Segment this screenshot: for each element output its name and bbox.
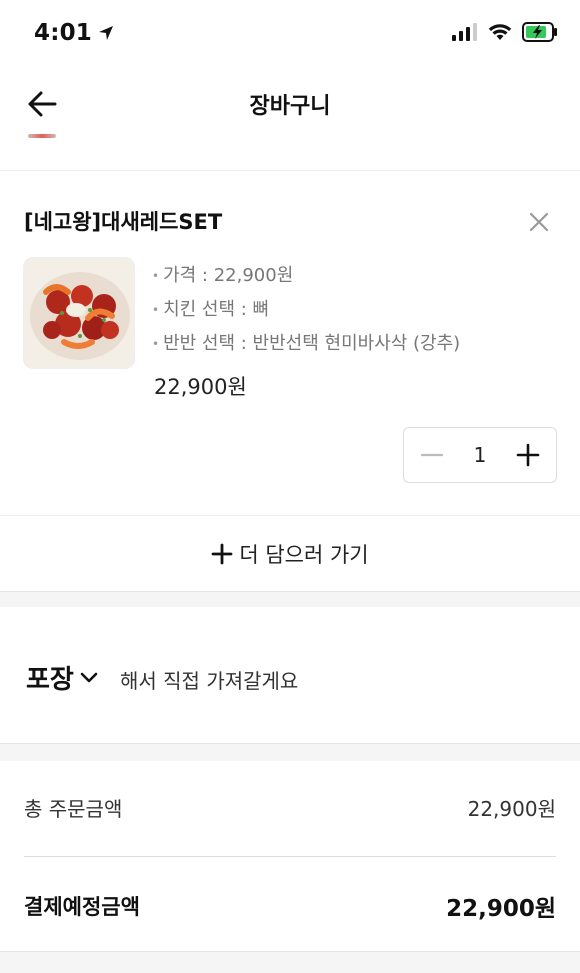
payment-value: 22,900원 [446,896,556,922]
close-icon [529,212,549,232]
section-band [0,951,580,973]
plus-icon [211,543,233,564]
pickup-section: 포장 해서 직접 가져갈게요 [0,607,580,743]
increase-button[interactable] [514,441,542,469]
section-band [0,743,580,761]
status-time: 4:01 [34,20,114,46]
payment-label: 결제예정금액 [24,895,140,919]
page-title: 장바구니 [249,94,331,119]
status-bar: 4:01 [0,0,580,66]
pickup-method-dropdown[interactable]: 포장 [26,659,98,696]
quantity-stepper: 1 [403,427,557,483]
option-price: 가격 : 22,900원 [152,259,460,293]
pickup-description: 해서 직접 가져갈게요 [120,669,299,693]
minus-icon [420,453,444,457]
summary-divider [24,856,556,857]
status-icons [452,22,558,42]
section-band [0,591,580,607]
wifi-icon [488,24,512,40]
add-more-button[interactable]: 더 담으러 가기 [0,516,580,591]
option-half: 반반 선택 : 반반선택 현미바사삭 (강추) [152,327,460,361]
plus-icon [516,443,540,467]
payment-row: 결제예정금액 22,900원 [24,889,556,923]
option-chicken: 치킨 선택 : 뼈 [152,293,460,327]
total-value: 22,900원 [467,797,556,821]
chicken-dish-image [30,272,130,360]
add-more-label: 더 담으러 가기 [239,542,369,567]
battery-charging-icon [522,22,557,42]
order-summary: 총 주문금액 22,900원 결제예정금액 22,900원 [0,761,580,951]
nav-header: 장바구니 [0,66,580,140]
total-row: 총 주문금액 22,900원 [24,793,556,822]
chevron-down-icon [80,672,98,682]
item-name: [네고왕]대새레드SET [24,210,223,234]
remove-item-button[interactable] [526,209,552,235]
item-price: 22,900원 [154,375,247,399]
pickup-method: 포장 [26,665,74,695]
item-image [23,257,135,369]
scrolled-thumbnail [28,134,56,138]
status-time-label: 4:01 [34,20,93,46]
item-options: 가격 : 22,900원 치킨 선택 : 뼈 반반 선택 : 반반선택 현미바사… [152,259,460,361]
cart-item: [네고왕]대새레드SET 가격 : 22,900원 치킨 선택 : 뼈 [0,171,580,515]
decrease-button[interactable] [418,441,446,469]
total-label: 총 주문금액 [24,797,123,821]
quantity-value: 1 [473,443,487,467]
signal-icon [452,23,477,41]
location-arrow-icon [99,26,114,40]
